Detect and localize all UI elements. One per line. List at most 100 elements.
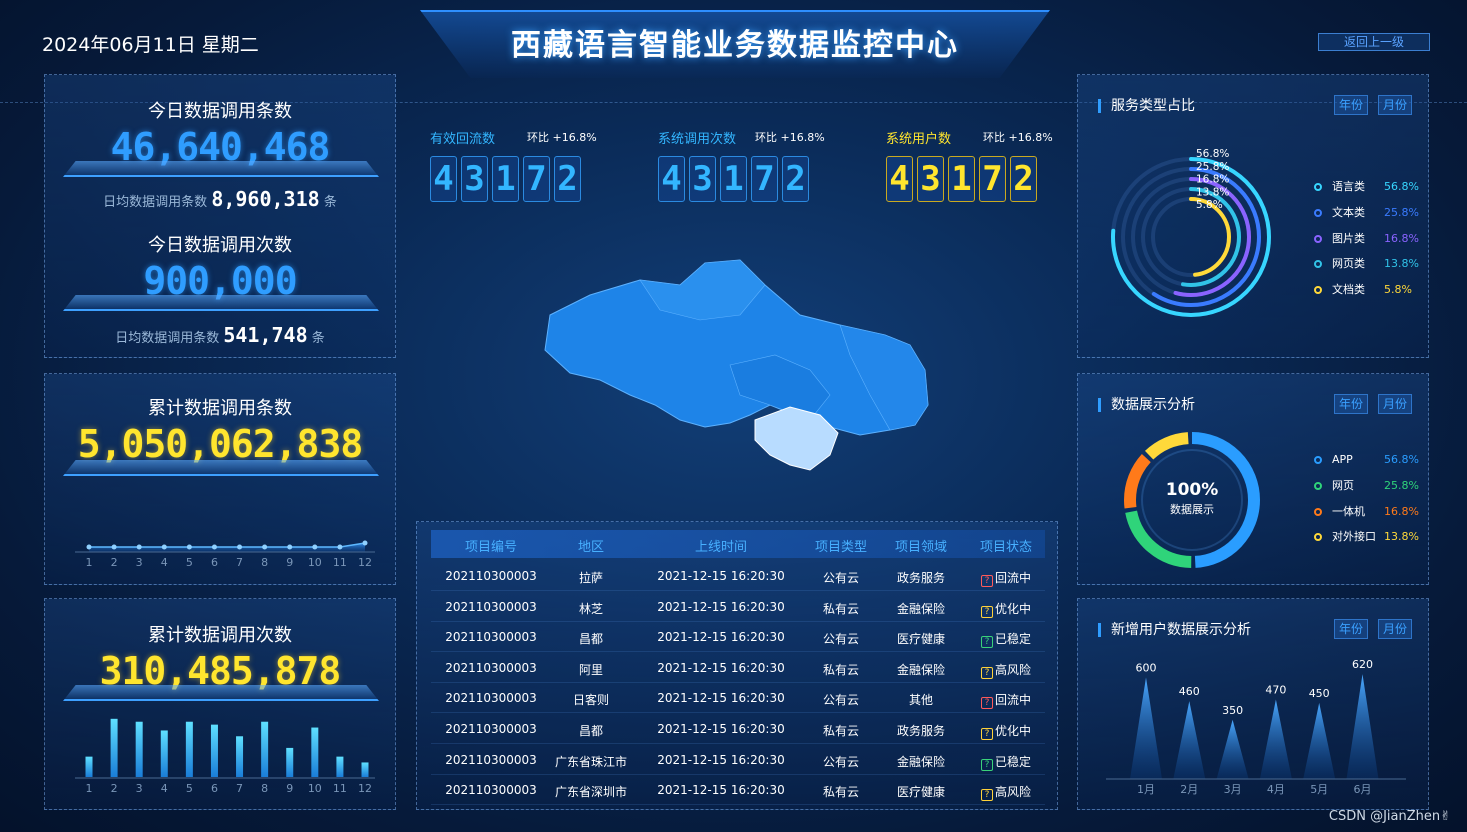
table-cell: 202110300003 [445,630,537,645]
total-calls-pedestal [63,460,379,476]
table-row[interactable]: 202110300003 广东省珠江市 2021-12-15 16:20:30 公有云… [431,745,1045,775]
table-row[interactable]: 202110300003 拉萨 2021-12-15 16:20:30 公有云 政务服务… [431,561,1045,591]
table-row[interactable]: 202110300003 林芝 2021-12-15 16:20:30 私有云 金融保险… [431,592,1045,622]
status-icon: ? [980,728,993,740]
cone-value-label: 450 [1309,687,1330,700]
table-cell: 2021-12-15 16:20:30 [657,783,785,798]
table-row[interactable]: 202110300003 阿里 2021-12-15 16:20:30 私有云 金融保险… [431,653,1045,683]
bar [135,721,143,777]
area-point [362,540,368,546]
legend-value: 16.8% [1384,231,1419,245]
table-header-cell: 项目状态 [979,540,1032,555]
area-point [161,544,167,550]
bar [85,756,93,777]
area-tick-label: 8 [261,556,268,569]
year-toggle[interactable]: 年份 [1334,394,1368,414]
area-tick-label: 2 [111,556,118,569]
table-row[interactable]: 202110300003 昌都 2021-12-15 16:20:30 公有云 医疗健康… [431,622,1045,653]
year-toggle[interactable]: 年份 [1334,95,1368,115]
legend-name: 文档类 [1332,283,1365,297]
kpi-label: 有效回流数 [430,132,496,147]
table-header-cell: 项目类型 [814,540,867,555]
bar [236,736,244,777]
status-icon: ? [980,758,993,771]
area-line [89,542,366,548]
bar-tick-label: 4 [161,782,168,795]
status-text: 优化中 [994,724,1031,738]
new-users-panel: 新增用户数据展示分析 年份 月份 600 1月 460 2月 350 3月 470 4月 450… [1077,598,1429,810]
kpi-label: 系统用户数 [886,132,952,147]
today-times-daily: 日均数据调用条数 541,748 条 [45,323,395,347]
table-header: 项目编号 地区 上线时间 项目类型 项目领域 项目状态 [431,530,1045,558]
month-toggle[interactable]: 月份 [1378,394,1412,414]
legend-name: 网页类 [1332,257,1365,271]
bar [185,721,193,777]
table-cell: 2021-12-15 16:20:30 [657,630,785,645]
service-panel-title: 服务类型占比 [1098,99,1195,113]
newusers-panel-title: 新增用户数据展示分析 [1098,623,1251,637]
bar [261,721,269,777]
table-row[interactable]: 202110300003 广东省深圳市 2021-12-15 16:20:30 私有云… [431,775,1045,806]
area-tick-label: 7 [236,556,243,569]
total-calls-panel: 累计数据调用条数 5,050,062,838 1 2 3 4 5 6 7 8 9 10 11 12 [44,373,396,585]
status-icon: ? [980,636,993,649]
legend-dot-icon [1314,533,1322,542]
kpi-compare: 环比 +16.8% [983,131,1053,144]
bar [210,724,218,777]
cone-bar [1346,674,1379,779]
table-row[interactable]: 202110300003 昌都 2021-12-15 16:20:30 私有云 政务服务… [431,714,1045,744]
project-table: 项目编号 地区 上线时间 项目类型 项目领域 项目状态 202110300003 拉萨 202… [416,521,1058,810]
legend-item: 文本类 25.8% [1314,200,1424,226]
bar-tick-label: 11 [333,782,347,795]
table-header-cell: 项目编号 [464,540,517,555]
table-cell: 昌都 [578,632,603,647]
status-text: 优化中 [994,601,1031,616]
area-tick-label: 4 [161,556,168,569]
daily-unit: 条 [311,331,325,346]
table-cell: ? 优化中 [951,722,1061,740]
table-cell: 公有云 [822,571,859,585]
area-tick-label: 9 [286,556,293,569]
year-toggle[interactable]: 年份 [1334,619,1368,639]
legend-dot-icon [1314,208,1322,217]
table-cell: 公有云 [822,632,859,647]
back-button[interactable]: 返回上一级 [1318,33,1430,51]
kpi-digits: 43172 [886,156,1041,202]
kpi-digits: 43172 [658,156,813,202]
daily-value: 541,748 [223,323,308,347]
table-cell: 私有云 [822,785,859,800]
table-cell: ? 高风险 [951,661,1061,679]
cone-tick-label: 2月 [1180,783,1198,796]
legend-name: 网页 [1332,478,1354,492]
table-cell: 阿里 [578,662,603,677]
bar [361,762,369,777]
area-point [86,544,92,550]
cone-tick-label: 1月 [1137,783,1155,796]
table-cell: 日客则 [572,693,609,708]
month-toggle[interactable]: 月份 [1378,95,1412,115]
status-text: 已稳定 [994,754,1031,769]
area-point [186,544,192,550]
kpi-compare: 环比 +16.8% [755,131,825,144]
month-toggle[interactable]: 月份 [1378,619,1412,639]
table-cell: ? 回流中 [951,691,1061,710]
table-cell: 202110300003 [445,752,537,767]
cone-tick-label: 5月 [1310,783,1328,796]
kpi-digit: 2 [554,156,581,202]
table-row[interactable]: 202110300003 日客则 2021-12-15 16:20:30 公有云 其他?… [431,683,1045,714]
status-text: 回流中 [994,571,1031,585]
kpi-digit: 2 [1010,156,1037,202]
service-type-panel: 服务类型占比 年份 月份 56.8% 25.8% 16.8% 13.8% 5.8% 语言… [1077,74,1429,358]
area-point [262,544,268,550]
bar-tick-label: 9 [286,782,293,795]
area-point [111,544,117,550]
legend-value: 16.8% [1384,504,1419,518]
daily-label: 日均数据调用条数 [115,331,220,346]
tibet-map[interactable] [530,255,950,485]
legend-dot-icon [1314,481,1322,490]
bar-tick-label: 7 [236,782,243,795]
status-text: 高风险 [994,785,1031,800]
cone-value-label: 620 [1352,659,1373,671]
table-cell: 私有云 [822,724,859,738]
bar-tick-label: 8 [261,782,268,795]
